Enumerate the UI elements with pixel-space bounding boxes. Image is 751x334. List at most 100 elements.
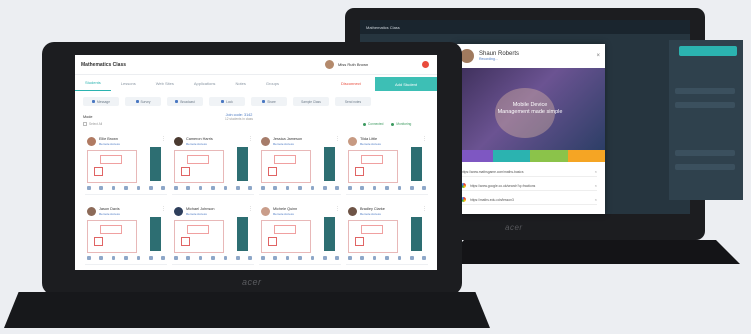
broadcast-button[interactable]: Broadcast (167, 97, 203, 106)
record-icon[interactable] (422, 61, 429, 68)
screen-thumbnail[interactable] (348, 150, 398, 183)
lock-icon[interactable] (372, 256, 377, 260)
message-icon[interactable] (261, 256, 265, 260)
more-options-icon[interactable]: ⋮ (422, 136, 427, 142)
info-icon[interactable] (248, 256, 252, 260)
screen-thumbnail[interactable] (174, 220, 224, 253)
message-icon[interactable] (261, 186, 265, 190)
popup-tile[interactable] (530, 150, 568, 162)
view-icon[interactable] (186, 186, 190, 190)
lock-icon[interactable] (285, 256, 290, 260)
tab-groups[interactable]: Groups (256, 75, 289, 91)
view-icon[interactable] (99, 256, 103, 260)
back-side-button[interactable] (679, 46, 737, 56)
lock-icon[interactable] (111, 256, 116, 260)
info-icon[interactable] (422, 186, 426, 190)
share-icon[interactable] (136, 186, 141, 190)
info-icon[interactable] (422, 256, 426, 260)
view-icon[interactable] (360, 256, 364, 260)
lock-icon[interactable] (285, 186, 290, 190)
tab-web-sites[interactable]: Web Sites (146, 75, 184, 91)
info-icon[interactable] (248, 186, 252, 190)
lock-button[interactable]: Lock (209, 97, 245, 106)
more-options-icon[interactable]: ⋮ (422, 206, 427, 212)
popup-link-row[interactable]: https://www.mathsgame.com/maths-basics × (461, 167, 597, 177)
message-icon[interactable] (174, 256, 178, 260)
chat-icon[interactable] (298, 256, 302, 260)
message-icon[interactable] (348, 186, 352, 190)
more-options-icon[interactable]: ⋮ (161, 136, 166, 142)
monitor-icon[interactable] (236, 256, 240, 260)
screen-thumbnail[interactable] (261, 150, 311, 183)
screen-thumbnail[interactable] (174, 150, 224, 183)
chat-icon[interactable] (211, 186, 215, 190)
screen-thumbnail[interactable] (87, 150, 137, 183)
chat-icon[interactable] (124, 186, 128, 190)
more-options-icon[interactable]: ⋮ (335, 136, 340, 142)
screen-thumbnail[interactable] (261, 220, 311, 253)
monitor-icon[interactable] (323, 186, 327, 190)
info-icon[interactable] (335, 256, 339, 260)
lock-icon[interactable] (198, 186, 203, 190)
popup-tile[interactable] (567, 150, 605, 162)
message-icon[interactable] (174, 186, 178, 190)
view-icon[interactable] (273, 256, 277, 260)
student-card[interactable]: Michael Johnson Remote Access ⋮ (172, 205, 254, 265)
screen-thumbnail[interactable] (87, 220, 137, 253)
monitor-icon[interactable] (149, 256, 153, 260)
message-button[interactable]: Message (83, 97, 119, 106)
sample-class-button[interactable]: Sample Class (293, 97, 329, 106)
monitor-icon[interactable] (323, 256, 327, 260)
share-button[interactable]: Share (251, 97, 287, 106)
tab-applications[interactable]: Applications (184, 75, 226, 91)
close-icon[interactable]: × (595, 183, 597, 188)
monitor-icon[interactable] (149, 186, 153, 190)
student-card[interactable]: Jessica Jameson Remote Access ⋮ (259, 135, 341, 195)
monitor-icon[interactable] (410, 256, 414, 260)
tab-notes[interactable]: Notes (225, 75, 255, 91)
share-icon[interactable] (223, 186, 228, 190)
view-icon[interactable] (99, 186, 103, 190)
select-all-checkbox[interactable]: Select All (83, 122, 102, 126)
view-icon[interactable] (273, 186, 277, 190)
screen-thumbnail[interactable] (348, 220, 398, 253)
close-icon[interactable]: × (596, 53, 600, 59)
popup-link-row[interactable]: https://www.google.co.uk/search?q=fracti… (461, 181, 597, 191)
more-options-icon[interactable]: ⋮ (161, 206, 166, 212)
info-icon[interactable] (161, 186, 165, 190)
monitor-icon[interactable] (410, 186, 414, 190)
share-icon[interactable] (397, 256, 402, 260)
message-icon[interactable] (348, 256, 352, 260)
teacher-profile[interactable]: Miss Ruth Brown (325, 60, 368, 69)
more-options-icon[interactable]: ⋮ (248, 136, 253, 142)
share-icon[interactable] (223, 256, 228, 260)
chat-icon[interactable] (385, 186, 389, 190)
close-icon[interactable]: × (595, 197, 597, 202)
popup-link-row[interactable]: https://maths.edu.cdn/lesson3 × (461, 195, 597, 205)
student-card[interactable]: Michele Quinn Remote Access ⋮ (259, 205, 341, 265)
lock-icon[interactable] (111, 186, 116, 190)
send-notes-button[interactable]: Send notes (335, 97, 371, 106)
chat-icon[interactable] (211, 256, 215, 260)
student-card[interactable]: Jason Davis Remote Access ⋮ (85, 205, 167, 265)
message-icon[interactable] (87, 256, 91, 260)
message-icon[interactable] (87, 186, 91, 190)
share-icon[interactable] (310, 186, 315, 190)
chat-icon[interactable] (298, 186, 302, 190)
info-icon[interactable] (161, 256, 165, 260)
share-icon[interactable] (310, 256, 315, 260)
student-card[interactable]: Tilda Little Remote Access ⋮ (346, 135, 428, 195)
lock-icon[interactable] (198, 256, 203, 260)
disconnect-link[interactable]: Disconnect (341, 81, 361, 86)
add-student-button[interactable]: Add Student (375, 77, 437, 91)
share-icon[interactable] (136, 256, 141, 260)
student-card[interactable]: Ellie Brown Remote Access ⋮ (85, 135, 167, 195)
popup-tile[interactable] (492, 150, 530, 162)
tab-students[interactable]: Students (75, 75, 111, 91)
student-card[interactable]: Cameron Harris Remote Access ⋮ (172, 135, 254, 195)
tab-lessons[interactable]: Lessons (111, 75, 146, 91)
lock-icon[interactable] (372, 186, 377, 190)
share-icon[interactable] (397, 186, 402, 190)
chat-icon[interactable] (385, 256, 389, 260)
view-icon[interactable] (360, 186, 364, 190)
